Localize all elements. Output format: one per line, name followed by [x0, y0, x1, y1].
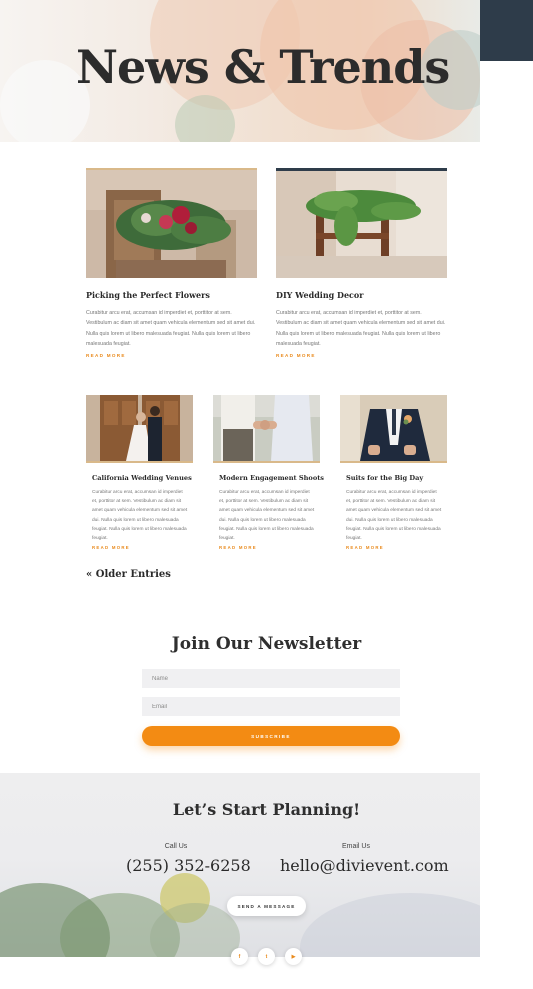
post-card: Picking the Perfect Flowers Curabitur ar… — [86, 168, 257, 358]
post-title[interactable]: Picking the Perfect Flowers — [86, 290, 257, 300]
post-title[interactable]: California Wedding Venues — [86, 474, 193, 482]
send-message-button[interactable]: SEND A MESSAGE — [227, 896, 306, 916]
chair-greenery-image[interactable] — [276, 168, 447, 278]
name-field[interactable] — [142, 669, 400, 688]
post-title[interactable]: Modern Engagement Shoots — [213, 474, 324, 482]
call-label: Call Us — [164, 843, 188, 850]
post-card: DIY Wedding Decor Curabitur arcu erat, a… — [276, 168, 447, 358]
post-card: Suits for the Big Day Curabitur arcu era… — [340, 395, 447, 550]
read-more-link[interactable]: READ MORE — [213, 545, 320, 550]
post-excerpt: Curabitur arcu erat, accumsan id imperdi… — [86, 310, 256, 348]
post-card: California Wedding Venues Curabitur arcu… — [86, 395, 193, 550]
email-label: Email Us — [341, 843, 370, 850]
youtube-icon[interactable]: ▶ — [285, 948, 302, 965]
post-excerpt: Curabitur arcu erat, accumsan id imperdi… — [276, 310, 446, 348]
older-entries-link[interactable]: « Older Entries — [86, 569, 171, 580]
twitter-icon[interactable]: t — [258, 948, 275, 965]
newsletter-title: Join Our Newsletter — [171, 634, 362, 654]
read-more-link[interactable]: READ MORE — [276, 353, 447, 358]
post-title[interactable]: DIY Wedding Decor — [276, 290, 447, 300]
floral-centerpiece-image[interactable] — [86, 168, 257, 278]
email-field[interactable] — [142, 697, 400, 716]
read-more-link[interactable]: READ MORE — [340, 545, 447, 550]
read-more-link[interactable]: READ MORE — [86, 353, 257, 358]
post-title[interactable]: Suits for the Big Day — [340, 474, 447, 482]
planning-title: Let’s Start Planning! — [172, 800, 361, 819]
subscribe-button[interactable]: SUBSCRIBE — [142, 726, 400, 746]
post-excerpt: Curabitur arcu erat, accumsan id imperdi… — [219, 490, 315, 542]
holding-hands-image[interactable] — [213, 395, 320, 463]
groom-suit-image[interactable] — [340, 395, 447, 463]
corner-accent-block — [480, 0, 533, 61]
phone-number[interactable]: (255) 352-6258 — [126, 856, 251, 875]
couple-at-door-image[interactable] — [86, 395, 193, 463]
facebook-icon[interactable]: f — [231, 948, 248, 965]
post-excerpt: Curabitur arcu erat, accumsan id imperdi… — [346, 490, 442, 542]
page-title: News & Trends — [76, 40, 450, 94]
read-more-link[interactable]: READ MORE — [86, 545, 193, 550]
email-address[interactable]: hello@divievent.com — [280, 856, 449, 875]
post-card: Modern Engagement Shoots Curabitur arcu … — [213, 395, 324, 550]
hero-banner: News & Trends — [0, 0, 480, 142]
post-excerpt: Curabitur arcu erat, accumsan id imperdi… — [92, 490, 188, 542]
